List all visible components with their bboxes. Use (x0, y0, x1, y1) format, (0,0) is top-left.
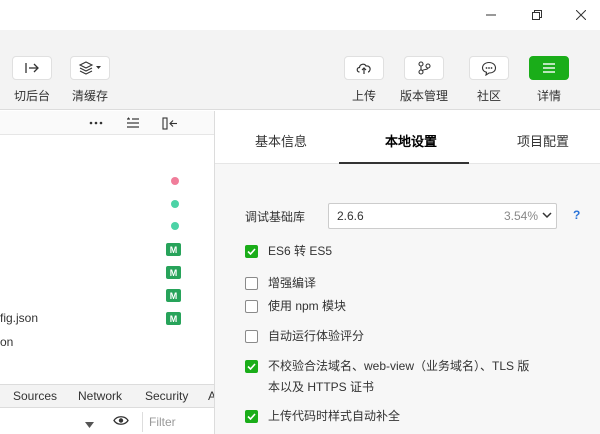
modified-dot (171, 177, 179, 185)
option-label-line: 本以及 HTTPS 证书 (268, 380, 375, 394)
upload-tool[interactable]: 上传 (344, 56, 384, 104)
collapse-all-button[interactable] (124, 115, 142, 131)
status-badge: M (166, 266, 181, 279)
version-button[interactable] (404, 56, 444, 80)
file-tree-item[interactable]: fig.json (0, 311, 38, 325)
checkbox[interactable] (245, 300, 258, 313)
panel-toggle-button[interactable] (161, 115, 179, 131)
restore-icon (532, 10, 542, 20)
tab-basic-info[interactable]: 基本信息 (255, 131, 307, 150)
file-tree-header (0, 111, 214, 135)
option-skip-domain-check[interactable]: 不校验合法域名、web-view（业务域名）、TLS 版 本以及 HTTPS 证… (245, 359, 529, 398)
checkbox[interactable] (245, 360, 258, 373)
chat-bubble-icon (481, 61, 497, 76)
devtools-filter-bar: Filter (0, 409, 214, 434)
checkbox[interactable] (245, 330, 258, 343)
eye-icon (113, 416, 129, 425)
layers-icon (78, 61, 101, 75)
more-icon (89, 121, 103, 125)
clear-cache-tool[interactable]: 清缓存 (70, 56, 110, 104)
clear-cache-label: 清缓存 (71, 89, 108, 103)
option-label: 上传代码时样式自动补全 (268, 409, 401, 423)
minimize-icon (486, 14, 496, 16)
checkmark-icon (247, 248, 256, 255)
details-tool[interactable]: 详情 (529, 56, 569, 104)
version-label: 版本管理 (400, 89, 449, 103)
active-tab-indicator (339, 162, 469, 164)
live-expression-button[interactable] (113, 415, 129, 429)
toolbar: 切后台 清缓存 上传 版本管理 社区 详情 (0, 30, 600, 110)
switch-background-icon (25, 63, 39, 73)
option-es6-to-es5[interactable]: ES6 转 ES5 (245, 244, 332, 262)
option-label: ES6 转 ES5 (268, 244, 333, 258)
details-button[interactable] (529, 56, 569, 80)
menu-icon (543, 63, 555, 73)
option-label: 使用 npm 模块 (268, 299, 347, 313)
community-button[interactable] (469, 56, 509, 80)
list-collapse-icon (127, 117, 139, 128)
checkbox[interactable] (245, 277, 258, 290)
status-badge: M (166, 243, 181, 256)
switch-background-label: 切后台 (13, 89, 50, 103)
more-button[interactable] (87, 115, 105, 131)
base-library-select[interactable]: 2.6.6 3.54% (328, 203, 557, 229)
file-tree-item[interactable]: on (0, 335, 13, 349)
option-enhanced-compile[interactable]: 增强编译 (245, 276, 316, 294)
tab-project-config[interactable]: 项目配置 (517, 131, 569, 150)
cloud-upload-icon (356, 63, 371, 74)
base-library-label: 调试基础库 (245, 210, 306, 224)
option-label: 不校验合法域名、web-view（业务域名）、TLS 版 本以及 HTTPS 证… (268, 356, 529, 398)
filter-input[interactable]: Filter (142, 412, 214, 432)
status-badge: M (166, 312, 181, 325)
checkbox[interactable] (245, 245, 258, 258)
tab-network[interactable]: Network (78, 389, 122, 403)
restore-button[interactable] (514, 0, 560, 30)
details-panel: 基本信息 本地设置 项目配置 调试基础库 2.6.6 3.54% ? ES6 转… (214, 111, 600, 434)
upload-label: 上传 (351, 89, 376, 103)
added-dot (171, 200, 179, 208)
tab-local-settings[interactable]: 本地设置 (385, 131, 437, 150)
option-label-line: 不校验合法域名、web-view（业务域名）、TLS 版 (268, 359, 530, 373)
upload-button[interactable] (344, 56, 384, 80)
caret-down-icon (85, 422, 94, 428)
close-button[interactable] (558, 0, 600, 30)
close-icon (576, 10, 586, 20)
details-label: 详情 (536, 89, 561, 103)
help-link[interactable]: ? (573, 208, 580, 222)
version-tool[interactable]: 版本管理 (400, 56, 448, 104)
title-bar (0, 0, 600, 30)
community-tool[interactable]: 社区 (469, 56, 509, 104)
option-npm-modules[interactable]: 使用 npm 模块 (245, 299, 346, 317)
branch-icon (418, 61, 431, 75)
switch-background-tool[interactable]: 切后台 (12, 56, 52, 104)
base-library-percent: 3.54% (503, 209, 538, 223)
minimize-button[interactable] (468, 0, 514, 30)
option-auto-score[interactable]: 自动运行体验评分 (245, 329, 364, 347)
added-dot (171, 222, 179, 230)
option-label: 增强编译 (268, 276, 317, 290)
checkbox[interactable] (245, 410, 258, 423)
option-label: 自动运行体验评分 (268, 329, 365, 343)
devtools-tabs: Sources Network Security A (0, 384, 216, 408)
clear-cache-button[interactable] (70, 56, 110, 80)
checkmark-icon (247, 413, 256, 420)
community-label: 社区 (476, 89, 501, 103)
base-library-value: 2.6.6 (337, 209, 364, 223)
panel-collapse-icon (162, 116, 177, 130)
checkmark-icon (247, 363, 256, 370)
switch-background-button[interactable] (12, 56, 52, 80)
details-tabs: 基本信息 本地设置 项目配置 (215, 111, 600, 164)
tab-sources[interactable]: Sources (13, 389, 57, 403)
chevron-down-icon (542, 212, 552, 219)
tab-security[interactable]: Security (145, 389, 188, 403)
context-dropdown[interactable] (85, 417, 94, 431)
option-auto-prefix-styles[interactable]: 上传代码时样式自动补全 (245, 409, 400, 427)
status-badge: M (166, 289, 181, 302)
